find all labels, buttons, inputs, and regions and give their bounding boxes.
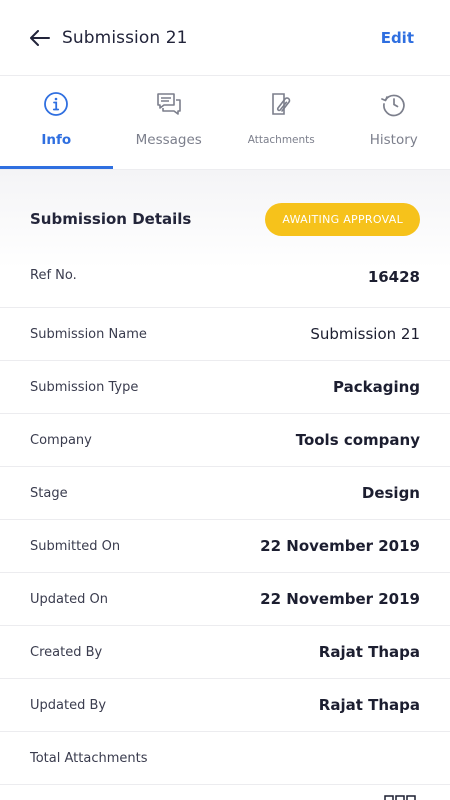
detail-label: Ref No. [30,268,77,283]
detail-value: Rajat Thapa [318,643,420,661]
page-title: Submission 21 [62,27,188,48]
history-icon [380,90,408,118]
status-badge: AWAITING APPROVAL [265,202,420,236]
info-icon [42,90,70,118]
detail-row-stage: Stage Design [0,467,450,520]
edit-button[interactable]: Edit [381,29,414,47]
detail-value: Tools company [295,431,420,449]
attachment-thumbnail-icon[interactable] [384,789,418,800]
detail-label: Submission Name [30,326,147,342]
detail-row-created-by: Created By Rajat Thapa [0,626,450,679]
detail-value: 22 November 2019 [260,590,420,608]
detail-label: Updated On [30,591,108,607]
detail-value: Submission 21 [310,325,420,343]
detail-row-submission-type: Submission Type Packaging [0,361,450,414]
detail-label: Company [30,432,92,448]
tab-history-label: History [369,132,418,148]
detail-label: Stage [30,485,68,501]
detail-label: Updated By [30,697,107,713]
detail-row-updated-by: Updated By Rajat Thapa [0,679,450,732]
details-title: Submission Details [30,210,192,228]
tab-attachments-label: Attachments [247,134,315,146]
detail-value: 16428 [367,268,420,286]
details-list: Ref No. 16428 Submission Name Submission… [0,268,450,785]
details-header: Submission Details AWAITING APPROVAL [0,170,450,268]
detail-value: Design [361,484,420,502]
detail-label: Submitted On [30,538,121,554]
tab-bar: Info Messages Attachments History [0,76,450,170]
app-header: Submission 21 Edit [0,0,450,76]
attachment-icon [267,90,295,118]
tab-attachments[interactable]: Attachments [225,76,338,169]
tab-history[interactable]: History [338,76,450,169]
detail-label: Total Attachments [30,750,148,766]
tab-messages-label: Messages [135,132,202,148]
detail-row-ref-no: Ref No. 16428 [0,268,450,308]
detail-row-submitted-on: Submitted On 22 November 2019 [0,520,450,573]
detail-value: 22 November 2019 [260,537,420,555]
tab-info-label: Info [41,132,72,148]
detail-row-submission-name: Submission Name Submission 21 [0,308,450,361]
tab-info[interactable]: Info [0,76,113,169]
detail-label: Created By [30,644,103,660]
detail-value: Packaging [333,378,420,396]
tab-messages[interactable]: Messages [113,76,226,169]
detail-row-company: Company Tools company [0,414,450,467]
detail-label: Submission Type [30,379,139,395]
back-arrow-icon[interactable] [30,27,52,49]
detail-value: Rajat Thapa [318,696,420,714]
detail-row-total-attachments: Total Attachments [0,732,450,785]
messages-icon [155,90,183,118]
detail-row-updated-on: Updated On 22 November 2019 [0,573,450,626]
